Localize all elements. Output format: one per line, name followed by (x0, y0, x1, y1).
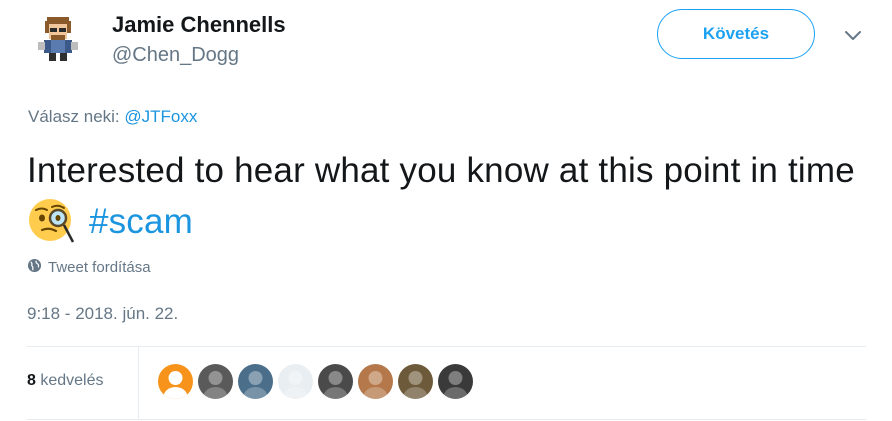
tweet-timestamp[interactable]: 9:18 - 2018. jún. 22. (27, 304, 178, 324)
liker-avatar-3[interactable] (238, 364, 273, 399)
avatar[interactable] (30, 8, 86, 64)
globe-icon (27, 258, 42, 277)
liker-avatar-1[interactable] (158, 364, 193, 399)
divider (27, 346, 866, 347)
follow-button[interactable]: Követés (657, 9, 815, 59)
liker-avatar-4[interactable] (278, 364, 313, 399)
liker-avatar-5[interactable] (318, 364, 353, 399)
reply-mention-link[interactable]: @JTFoxx (124, 107, 197, 126)
display-name[interactable]: Jamie Chennells (112, 12, 286, 38)
hashtag-link[interactable]: #scam (89, 202, 193, 241)
translate-tweet-link[interactable]: Tweet fordítása (27, 258, 151, 277)
likes-count: 8 (27, 372, 36, 389)
face-with-monocle-icon (27, 197, 79, 243)
likers-list (158, 364, 473, 399)
liker-avatar-8[interactable] (438, 364, 473, 399)
translate-label: Tweet fordítása (48, 259, 151, 276)
reply-context: Válasz neki: @JTFoxx (28, 107, 197, 127)
likes-label: kedvelés (40, 372, 104, 389)
chevron-down-icon[interactable] (840, 26, 866, 46)
divider (27, 419, 866, 420)
liker-avatar-7[interactable] (398, 364, 433, 399)
likes-count-link[interactable]: 8 kedvelés (27, 372, 104, 390)
tweet-text: Interested to hear what you know at this… (27, 145, 867, 247)
divider (138, 347, 139, 419)
reply-prefix: Válasz neki: (28, 107, 120, 126)
user-handle[interactable]: @Chen_Dogg (112, 44, 239, 67)
liker-avatar-2[interactable] (198, 364, 233, 399)
liker-avatar-6[interactable] (358, 364, 393, 399)
avatar-illustration (30, 8, 86, 64)
tweet-body: Interested to hear what you know at this… (27, 151, 855, 190)
